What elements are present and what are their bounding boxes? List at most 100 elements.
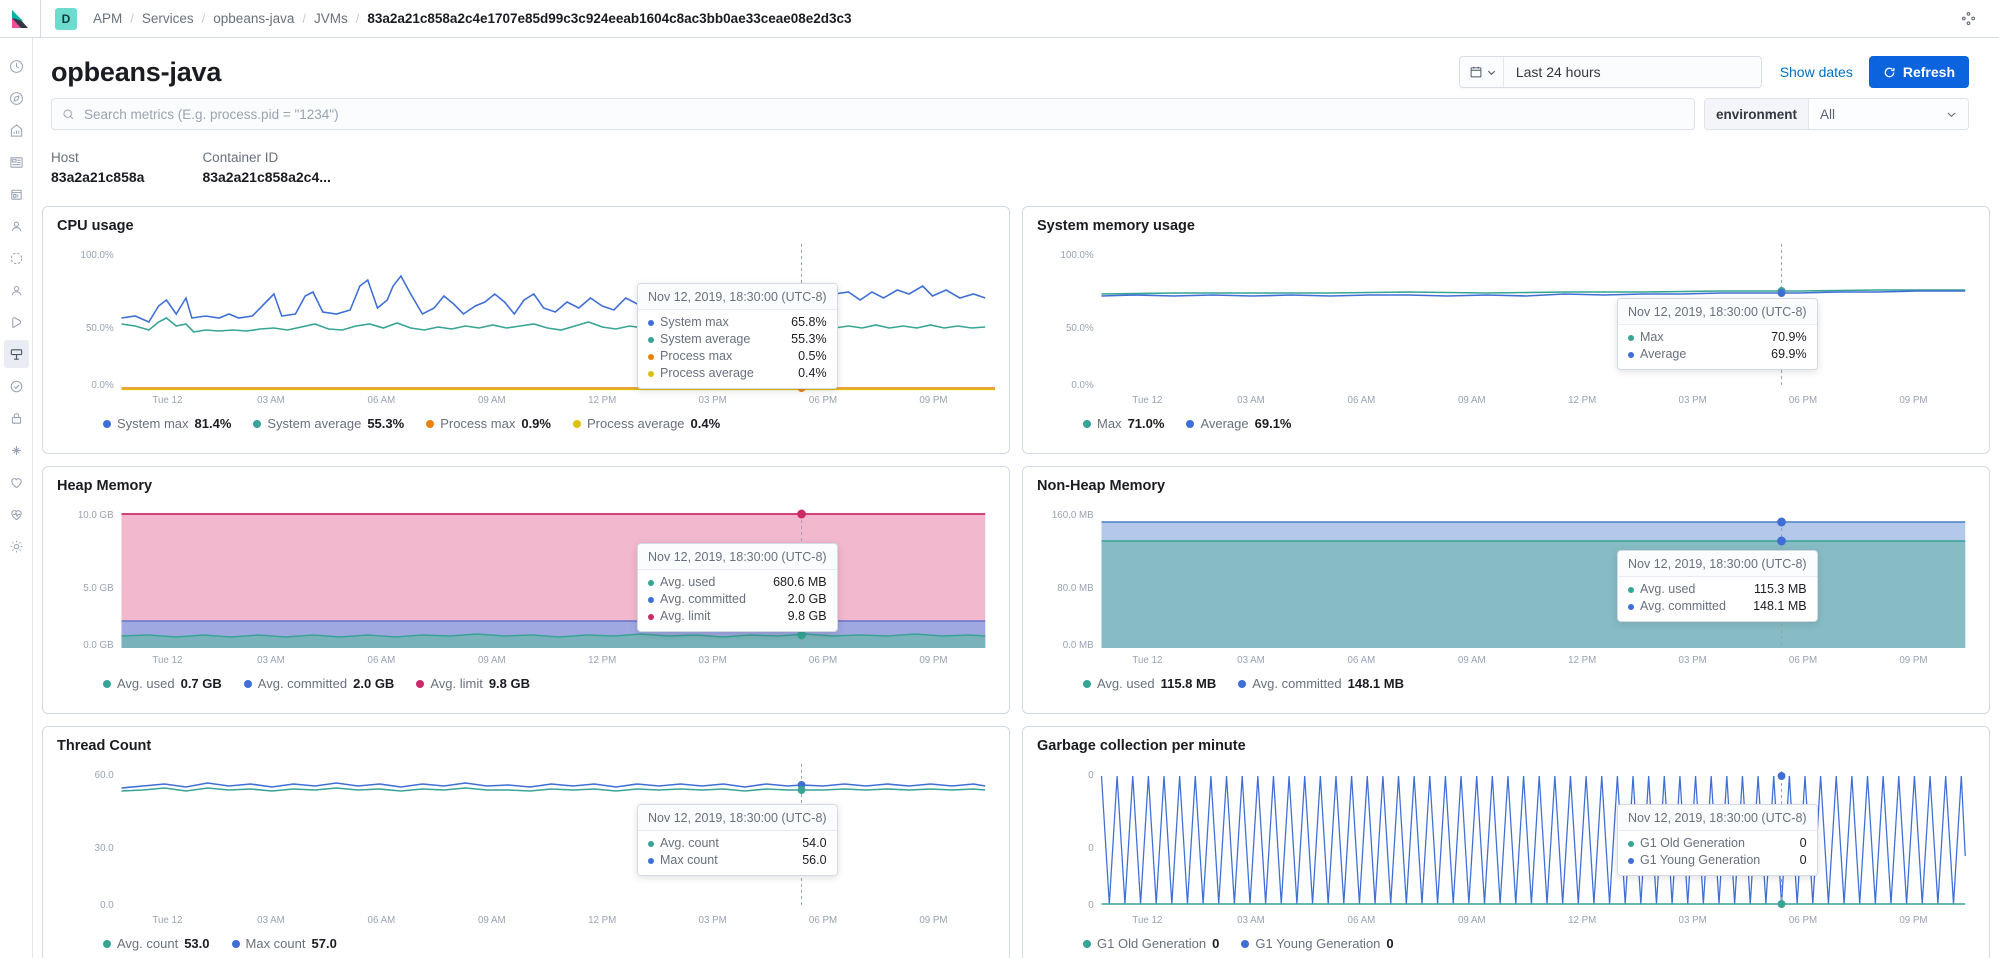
tooltip-cpu-usage: Nov 12, 2019, 18:30:00 (UTC-8) System ma…: [637, 283, 838, 389]
x-tick-cpu-3: 09 AM: [478, 395, 506, 406]
apm-icon[interactable]: [3, 340, 29, 368]
chart-heap-memory[interactable]: 10.0 GB 5.0 GB 0.0 GB Tue 12 03 AM 06 AM…: [57, 496, 995, 674]
tooltip-body: Avg. count 54.0 Max count 56.0: [638, 831, 837, 875]
legend-item[interactable]: Process max 0.9%: [426, 416, 551, 431]
x-tick-thread-5: 03 PM: [699, 915, 727, 926]
x-tick-sysmem-3: 09 AM: [1458, 395, 1486, 406]
settings-icon[interactable]: [4, 532, 29, 560]
legend-dot-icon: [1186, 419, 1195, 428]
legend-dot-icon: [103, 939, 111, 948]
tooltip-row: Avg. committed 2.0 GB: [648, 591, 827, 608]
help-menu-icon[interactable]: [1955, 6, 1981, 32]
breadcrumb-item-services[interactable]: Services: [140, 11, 196, 26]
chart-title-heap-memory: Heap Memory: [57, 478, 153, 494]
siem-icon[interactable]: [4, 372, 29, 400]
legend-item[interactable]: Avg. used 115.8 MB: [1083, 676, 1216, 691]
environment-select[interactable]: All: [1809, 99, 1968, 129]
x-tick-nonheap-2: 06 AM: [1348, 655, 1376, 666]
chart-garbage-collection[interactable]: 0 0 0 Tue 12 03 AM 06 AM 09 AM 12 PM 03 …: [1037, 756, 1975, 934]
kibana-logo-icon[interactable]: [0, 0, 40, 38]
machine-learning-icon[interactable]: [4, 212, 29, 240]
x-tick-cpu-2: 06 AM: [368, 395, 396, 406]
space-avatar[interactable]: D: [55, 7, 77, 30]
security-lock-icon[interactable]: [4, 404, 29, 432]
stack-management-icon[interactable]: [4, 500, 29, 528]
recently-viewed-icon[interactable]: [4, 52, 29, 80]
monitoring-icon[interactable]: [4, 468, 29, 496]
tooltip-row: Process average 0.4%: [648, 365, 827, 382]
dashboard-icon[interactable]: [4, 116, 29, 144]
legend-dot-icon: [253, 419, 262, 428]
show-dates-button[interactable]: Show dates: [1780, 64, 1853, 80]
legend-dot-icon: [1628, 351, 1634, 358]
x-tick-sysmem-7: 09 PM: [1899, 395, 1927, 406]
date-range-picker[interactable]: Last 24 hours: [1458, 56, 1762, 88]
tooltip-timestamp: Nov 12, 2019, 18:30:00 (UTC-8): [1618, 299, 1817, 325]
host-metadata: Host 83a2a21c858a: [51, 148, 144, 188]
maps-icon[interactable]: [4, 180, 29, 208]
breadcrumb-item-service-name[interactable]: opbeans-java: [211, 11, 296, 26]
breadcrumb-item-apm[interactable]: APM: [91, 11, 124, 26]
tooltip-body: Avg. used 680.6 MB Avg. committed 2.0 GB A…: [638, 570, 837, 631]
topbar-actions: [1955, 6, 1989, 32]
x-tick-nonheap-1: 03 AM: [1237, 655, 1265, 666]
logs-icon[interactable]: [4, 276, 29, 304]
chart-non-heap-memory[interactable]: 160.0 MB 80.0 MB 0.0 MB Tue 12 03 AM 06 …: [1037, 496, 1975, 674]
infrastructure-icon[interactable]: [4, 244, 29, 272]
breadcrumb-separator: /: [201, 11, 206, 26]
calendar-icon[interactable]: [1460, 57, 1504, 87]
legend-item[interactable]: Avg. committed 148.1 MB: [1238, 676, 1404, 691]
legend-item[interactable]: Max 71.0%: [1083, 416, 1164, 431]
environment-filter[interactable]: environment All: [1704, 98, 1969, 130]
x-tick-heap-5: 03 PM: [699, 655, 727, 666]
legend-item[interactable]: G1 Old Generation 0: [1083, 936, 1219, 951]
x-tick-nonheap-0: Tue 12: [1132, 655, 1162, 666]
x-tick-nonheap-5: 03 PM: [1679, 655, 1707, 666]
discover-icon[interactable]: [4, 84, 29, 112]
container-id-value[interactable]: 83a2a21c858a2c4...: [202, 167, 330, 188]
legend-dot-icon: [1238, 679, 1247, 688]
legend-item[interactable]: Max count 57.0: [231, 936, 337, 951]
canvas-icon[interactable]: [4, 148, 29, 176]
legend-dot-icon: [648, 370, 654, 377]
legend-cpu-usage: System max 81.4% System average 55.3% Proc…: [57, 416, 995, 431]
panel-non-heap-memory: Non-Heap Memory 160.0 MB 80.0 MB 0.0 MB: [1022, 466, 1990, 714]
chart-title-thread-count: Thread Count: [57, 738, 152, 754]
search-input[interactable]: Search metrics (E.g. process.pid = "1234…: [51, 98, 1695, 130]
legend-item[interactable]: Avg. used 0.7 GB: [103, 676, 222, 691]
dev-tools-icon[interactable]: [4, 436, 29, 464]
legend-item[interactable]: System max 81.4%: [103, 416, 231, 431]
breadcrumb: APM / Services / opbeans-java / JVMs / 8…: [91, 11, 854, 26]
legend-item[interactable]: System average 55.3%: [253, 416, 404, 431]
tooltip-row: System average 55.3%: [648, 331, 827, 348]
x-tick-cpu-1: 03 AM: [257, 395, 285, 406]
refresh-button[interactable]: Refresh: [1868, 56, 1969, 88]
chevron-down-icon: [1487, 70, 1495, 75]
legend-item[interactable]: G1 Young Generation 0: [1241, 936, 1394, 951]
breadcrumb-item-jvms[interactable]: JVMs: [312, 11, 350, 26]
tooltip-row: Max count 56.0: [648, 852, 827, 869]
legend-item[interactable]: Avg. committed 2.0 GB: [243, 676, 394, 691]
legend-item[interactable]: Average 69.1%: [1186, 416, 1292, 431]
uptime-icon[interactable]: [4, 308, 29, 336]
legend-dot-icon: [426, 419, 435, 428]
tooltip-garbage-collection: Nov 12, 2019, 18:30:00 (UTC-8) G1 Old Ge…: [1617, 804, 1818, 876]
legend-non-heap-memory: Avg. used 115.8 MB Avg. committed 148.1 MB: [1037, 676, 1975, 691]
host-value: 83a2a21c858a: [51, 169, 145, 185]
legend-item[interactable]: Avg. count 53.0: [103, 936, 210, 951]
chevron-down-icon: [1947, 111, 1956, 117]
chart-thread-count[interactable]: 60.0 30.0 0.0 Tue 12 03 AM 06 AM 09 AM 1…: [57, 756, 995, 934]
x-tick-thread-4: 12 PM: [588, 915, 616, 926]
page-header-actions: Last 24 hours Show dates Refresh: [1458, 56, 1969, 88]
chart-title-system-memory-usage: System memory usage: [1037, 218, 1195, 234]
legend-item[interactable]: Process average 0.4%: [572, 416, 720, 431]
date-range-label[interactable]: Last 24 hours: [1504, 64, 1761, 80]
legend-dot-icon: [648, 336, 654, 343]
topbar-divider: [40, 0, 41, 38]
chart-cpu-usage[interactable]: 100.0% 50.0% 0.0% Tue 12 03 AM 06 AM 09 …: [57, 236, 995, 414]
panel-system-memory-usage: System memory usage 100.0% 50.0% 0.0% Tu…: [1022, 206, 1990, 454]
legend-item[interactable]: Avg. limit 9.8 GB: [416, 676, 530, 691]
x-tick-thread-0: Tue 12: [152, 915, 182, 926]
page-header: opbeans-java Last 24 hours Show dates Re…: [33, 38, 1999, 92]
chart-system-memory-usage[interactable]: 100.0% 50.0% 0.0% Tue 12 03 AM 06 AM 09 …: [1037, 236, 1975, 414]
